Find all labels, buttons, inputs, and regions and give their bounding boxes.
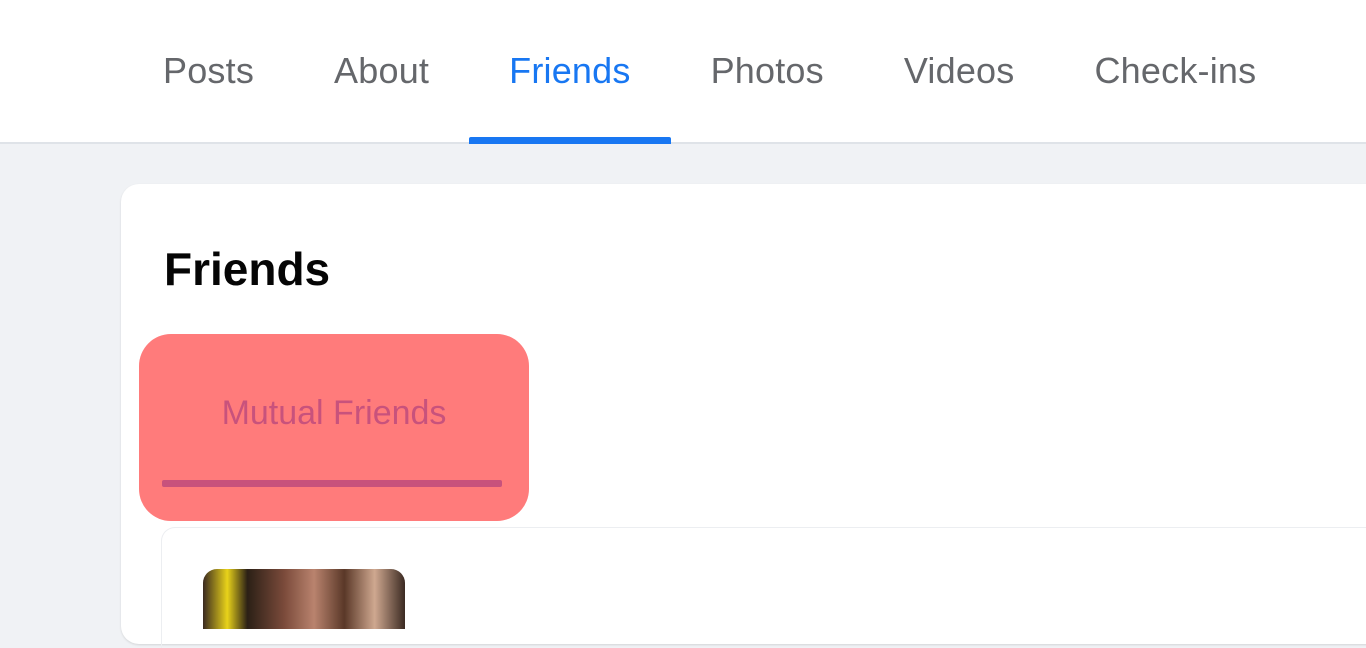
profile-tabs: Posts About Friends Photos Videos Check-… (123, 0, 1296, 144)
tab-videos[interactable]: Videos (864, 0, 1055, 142)
tab-photos[interactable]: Photos (671, 0, 864, 142)
friends-card-title: Friends (164, 243, 331, 295)
friend-avatar-image[interactable] (203, 569, 405, 629)
tab-about[interactable]: About (294, 0, 469, 142)
profile-tab-bar: Posts About Friends Photos Videos Check-… (0, 0, 1366, 144)
friend-list-item[interactable] (161, 527, 1366, 648)
active-subtab-indicator (162, 480, 502, 487)
tab-friends[interactable]: Friends (469, 0, 672, 144)
tab-check-ins[interactable]: Check-ins (1054, 0, 1296, 142)
subtab-mutual-friends-label: Mutual Friends (221, 394, 447, 432)
subtab-mutual-friends[interactable]: Mutual Friends (139, 334, 529, 521)
friends-card: Friends Mutual Friends (121, 184, 1366, 648)
tab-posts[interactable]: Posts (123, 0, 294, 142)
